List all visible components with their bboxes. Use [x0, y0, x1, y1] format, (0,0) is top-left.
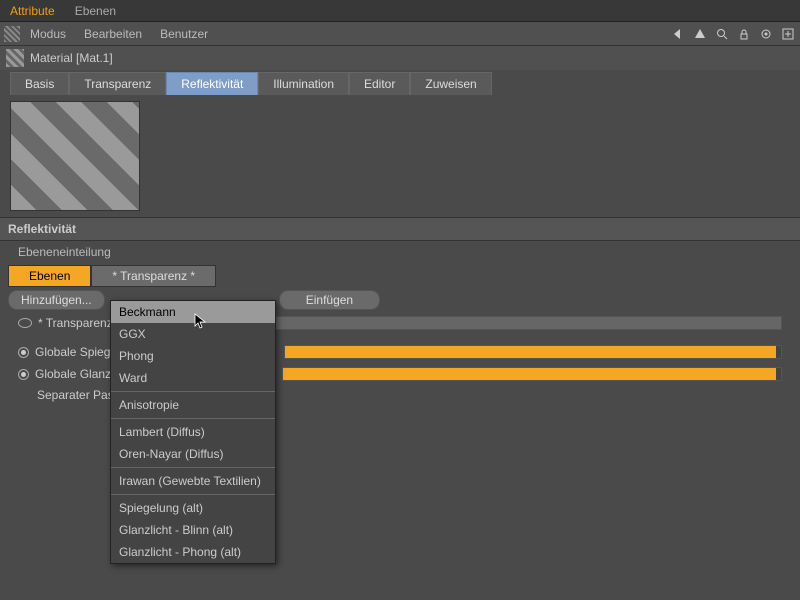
radio-glanzlicht[interactable] [18, 369, 29, 380]
dropdown-item-glanzlicht-blinn-alt-[interactable]: Glanzlicht - Blinn (alt) [111, 519, 275, 541]
search-icon[interactable] [714, 26, 730, 42]
dropdown-separator [111, 418, 275, 419]
material-label: Material [Mat.1] [30, 51, 113, 65]
tab-illumination[interactable]: Illumination [258, 72, 349, 95]
preview-area [0, 95, 800, 217]
tab-editor[interactable]: Editor [349, 72, 410, 95]
add-dropdown: BeckmannGGXPhongWard Anisotropie Lambert (… [110, 300, 276, 564]
top-tabs: Attribute Ebenen [0, 0, 800, 22]
material-preview[interactable] [10, 101, 140, 211]
dropdown-separator [111, 391, 275, 392]
menu-modus[interactable]: Modus [22, 24, 74, 44]
layer-tab-transparenz[interactable]: * Transparenz * [91, 265, 216, 287]
dropdown-item-lambert-diffus-[interactable]: Lambert (Diffus) [111, 421, 275, 443]
dropdown-item-ward[interactable]: Ward [111, 367, 275, 389]
tab-transparenz[interactable]: Transparenz [69, 72, 166, 95]
dropdown-item-spiegelung-alt-[interactable]: Spiegelung (alt) [111, 497, 275, 519]
radio-spiegelung[interactable] [18, 347, 29, 358]
dropdown-separator [111, 467, 275, 468]
tab-zuweisen[interactable]: Zuweisen [410, 72, 491, 95]
back-icon[interactable] [670, 26, 686, 42]
dropdown-item-irawan-gewebte-textilien-[interactable]: Irawan (Gewebte Textilien) [111, 470, 275, 492]
slider-glanzlicht[interactable] [282, 367, 782, 381]
layer-blend-bar[interactable] [263, 316, 782, 330]
section-reflektivitaet: Reflektivität [0, 217, 800, 241]
visibility-icon[interactable] [18, 318, 32, 328]
dropdown-item-ggx[interactable]: GGX [111, 323, 275, 345]
paste-button[interactable]: Einfügen [279, 290, 380, 310]
tab-ebenen[interactable]: Ebenen [65, 0, 126, 21]
lock-icon[interactable] [736, 26, 752, 42]
target-icon[interactable] [758, 26, 774, 42]
menu-bearbeiten[interactable]: Bearbeiten [76, 24, 150, 44]
hatch-icon [4, 26, 20, 42]
material-header: Material [Mat.1] [0, 46, 800, 70]
layer-tab-ebenen[interactable]: Ebenen [8, 265, 91, 287]
slider-spiegelung[interactable] [284, 345, 782, 359]
add-icon[interactable] [780, 26, 796, 42]
dropdown-item-glanzlicht-phong-alt-[interactable]: Glanzlicht - Phong (alt) [111, 541, 275, 563]
layer-item-label: * Transparenz * [38, 316, 121, 330]
tab-basis[interactable]: Basis [10, 72, 69, 95]
dropdown-separator [111, 494, 275, 495]
add-button[interactable]: Hinzufügen... [8, 290, 105, 310]
tab-attribute[interactable]: Attribute [0, 0, 65, 21]
channel-tabs: Basis Transparenz Reflektivität Illumina… [0, 70, 800, 95]
dropdown-item-phong[interactable]: Phong [111, 345, 275, 367]
tab-reflektivitaet[interactable]: Reflektivität [166, 72, 258, 95]
dropdown-item-beckmann[interactable]: Beckmann [111, 301, 275, 323]
dropdown-item-anisotropie[interactable]: Anisotropie [111, 394, 275, 416]
material-swatch-icon [6, 49, 24, 67]
layer-tabs: Ebenen * Transparenz * [0, 265, 800, 287]
up-icon[interactable] [692, 26, 708, 42]
menubar: Modus Bearbeiten Benutzer [0, 22, 800, 46]
dropdown-item-oren-nayar-diffus-[interactable]: Oren-Nayar (Diffus) [111, 443, 275, 465]
label-ebeneneinteilung: Ebeneneinteilung [0, 241, 800, 263]
menu-benutzer[interactable]: Benutzer [152, 24, 216, 44]
label-pass: Separater Pass [37, 388, 120, 402]
